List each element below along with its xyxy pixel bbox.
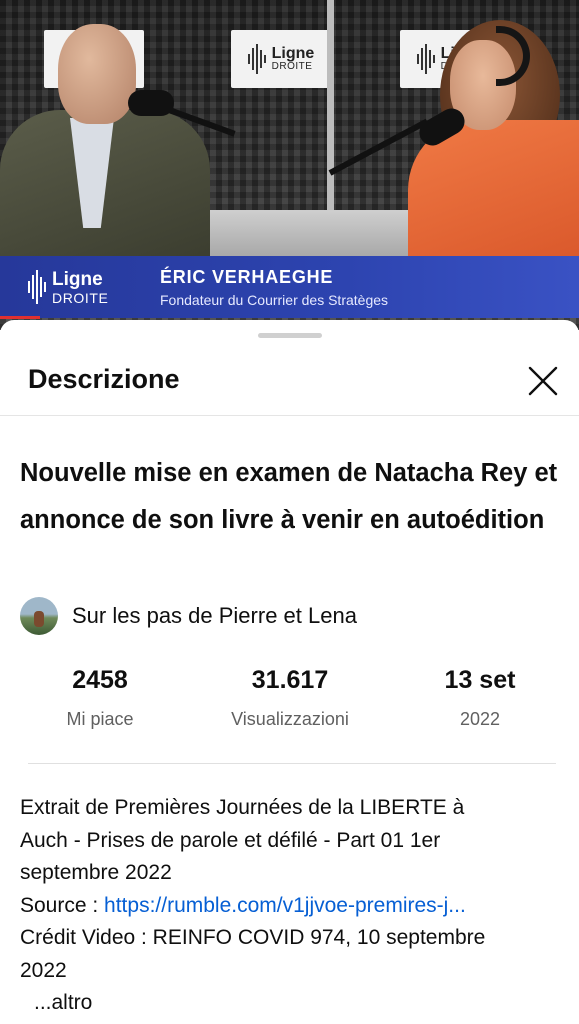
video-stats: 2458 Mi piace 31.617 Visualizzazioni 13 … [20,666,560,742]
source-link[interactable]: https://rumble.com/v1jjvoe-premires-j... [104,894,466,917]
close-icon [528,366,558,396]
source-line: Source : https://rumble.com/v1jjvoe-prem… [20,890,565,923]
guest-head [58,24,136,124]
date-stat: 13 set 2022 [400,666,560,730]
studio-pole [327,0,334,210]
speaker-role: Fondateur du Courrier des Stratèges [160,291,389,308]
likes-count: 2458 [72,666,128,694]
show-more-button[interactable]: ...altro [34,991,92,1015]
drag-handle[interactable] [258,333,322,338]
sheet-header: Descrizione [0,350,579,416]
credit-line: 2022 [20,958,67,982]
publish-year: 2022 [459,709,501,729]
microphone-icon [128,90,174,116]
channel-link[interactable]: Sur les pas de Pierre et Lena [20,596,357,636]
lower-third-banner: Ligne DROITE ÉRIC VERHAEGHE Fondateur du … [0,256,579,318]
source-label: Source : [20,893,105,917]
views-count: 31.617 [251,666,329,694]
description-line: septembre 2022 [20,861,172,884]
speaker-name: ÉRIC VERHAEGHE [160,266,334,287]
views-stat: 31.617 Visualizzazioni [210,666,370,730]
channel-name[interactable]: Sur les pas de Pierre et Lena [72,603,357,629]
close-button[interactable] [522,360,564,402]
description-sheet: Descrizione Nouvelle mise en examen de N… [0,320,579,1024]
likes-stat: 2458 Mi piace [20,666,180,730]
progress-bar[interactable] [0,316,40,319]
description-line: Auch - Prises de parole et défilé - Part… [20,828,441,852]
likes-label: Mi piace [66,709,134,729]
video-title: Nouvelle mise en examen de Natacha Rey e… [20,459,558,534]
description-text: Extrait de Premières Journées de la LIBE… [20,792,565,987]
wall-logo-center: Ligne DROITE [231,30,331,88]
sheet-title: Descrizione [28,364,180,394]
description-line: Extrait de Premières Journées de la LIBE… [20,796,465,819]
ligne-droite-logo: Ligne DROITE [0,270,160,305]
channel-avatar[interactable] [20,597,58,635]
divider [28,763,556,764]
publish-date: 13 set [444,666,516,694]
video-player[interactable]: LigneDROITE LigneDROITE LigneDROITE Lign… [0,0,579,330]
views-label: Visualizzazioni [231,709,349,729]
credit-line: Crédit Video : REINFO COVID 974, 10 sept… [20,926,486,949]
